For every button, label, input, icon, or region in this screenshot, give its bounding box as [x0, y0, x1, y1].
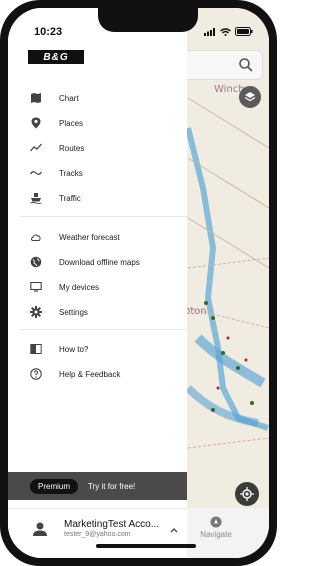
help-icon [30, 368, 42, 380]
menu-item-places[interactable]: Places [8, 112, 187, 134]
navigate-tab[interactable]: Navigate [191, 516, 241, 539]
menu-item-chart[interactable]: Chart [8, 87, 187, 109]
search-icon [239, 58, 253, 72]
signal-icon [204, 27, 215, 36]
menu-item-label: How to? [59, 344, 89, 354]
status-icons [204, 27, 253, 36]
divider [20, 329, 187, 330]
screen: Winches pton Navigate 10:23 B&G Chart Pl… [8, 8, 269, 558]
menu-item-label: Tracks [59, 168, 83, 178]
crosshair-icon [240, 487, 254, 501]
menu-item-label: Help & Feedback [59, 369, 121, 379]
user-icon [33, 522, 47, 536]
wifi-icon [220, 27, 231, 36]
layers-icon [244, 92, 256, 102]
monitor-icon [30, 281, 42, 293]
divider [20, 216, 187, 217]
ship-icon [30, 192, 42, 204]
menu-item-label: Traffic [59, 193, 81, 203]
locate-button[interactable] [235, 482, 259, 506]
globe-icon [30, 256, 42, 268]
account-email: tester_9@yahoo.com [64, 531, 131, 538]
menu-item-download-offline-maps[interactable]: Download offline maps [8, 251, 187, 273]
home-indicator[interactable] [96, 544, 196, 548]
layers-button[interactable] [239, 86, 261, 108]
premium-banner[interactable]: Premium Try it for free! [8, 472, 187, 500]
menu-item-label: My devices [59, 282, 100, 292]
brand-logo: B&G [28, 50, 84, 64]
menu-item-how-to[interactable]: How to? [8, 338, 187, 360]
menu-item-tracks[interactable]: Tracks [8, 162, 187, 184]
menu-item-weather[interactable]: Weather forecast [8, 226, 187, 248]
status-bar: 10:23 [8, 8, 269, 44]
phone-frame: Winches pton Navigate 10:23 B&G Chart Pl… [0, 0, 277, 566]
menu-item-traffic[interactable]: Traffic [8, 187, 187, 209]
account-name: MarketingTest Acco... [64, 519, 160, 530]
menu-item-label: Weather forecast [59, 232, 120, 242]
navigate-icon [210, 516, 222, 528]
map-place-label: pton [184, 306, 207, 317]
book-icon [30, 343, 42, 355]
battery-icon [235, 27, 253, 36]
menu-item-label: Places [59, 118, 84, 128]
premium-cta[interactable]: Try it for free! [88, 482, 135, 491]
menu-item-my-devices[interactable]: My devices [8, 276, 187, 298]
pin-icon [30, 117, 42, 129]
gear-icon [30, 306, 42, 318]
menu-item-label: Routes [59, 143, 85, 153]
side-drawer: B&G Chart Places Routes Tracks Traffic W… [8, 8, 187, 558]
cloud-icon [30, 231, 42, 243]
navigate-label: Navigate [200, 530, 232, 539]
tracks-icon [30, 167, 42, 179]
menu-item-settings[interactable]: Settings [8, 301, 187, 323]
chevron-up-icon[interactable] [169, 525, 179, 535]
notch [98, 8, 198, 32]
menu-item-label: Download offline maps [59, 257, 140, 267]
status-time: 10:23 [34, 26, 63, 38]
menu-item-label: Chart [59, 93, 79, 103]
routes-icon [30, 142, 42, 154]
menu-item-help-feedback[interactable]: Help & Feedback [8, 363, 187, 385]
map-icon [30, 92, 42, 104]
premium-badge[interactable]: Premium [30, 478, 79, 494]
menu-item-label: Settings [59, 307, 88, 317]
menu-item-routes[interactable]: Routes [8, 137, 187, 159]
